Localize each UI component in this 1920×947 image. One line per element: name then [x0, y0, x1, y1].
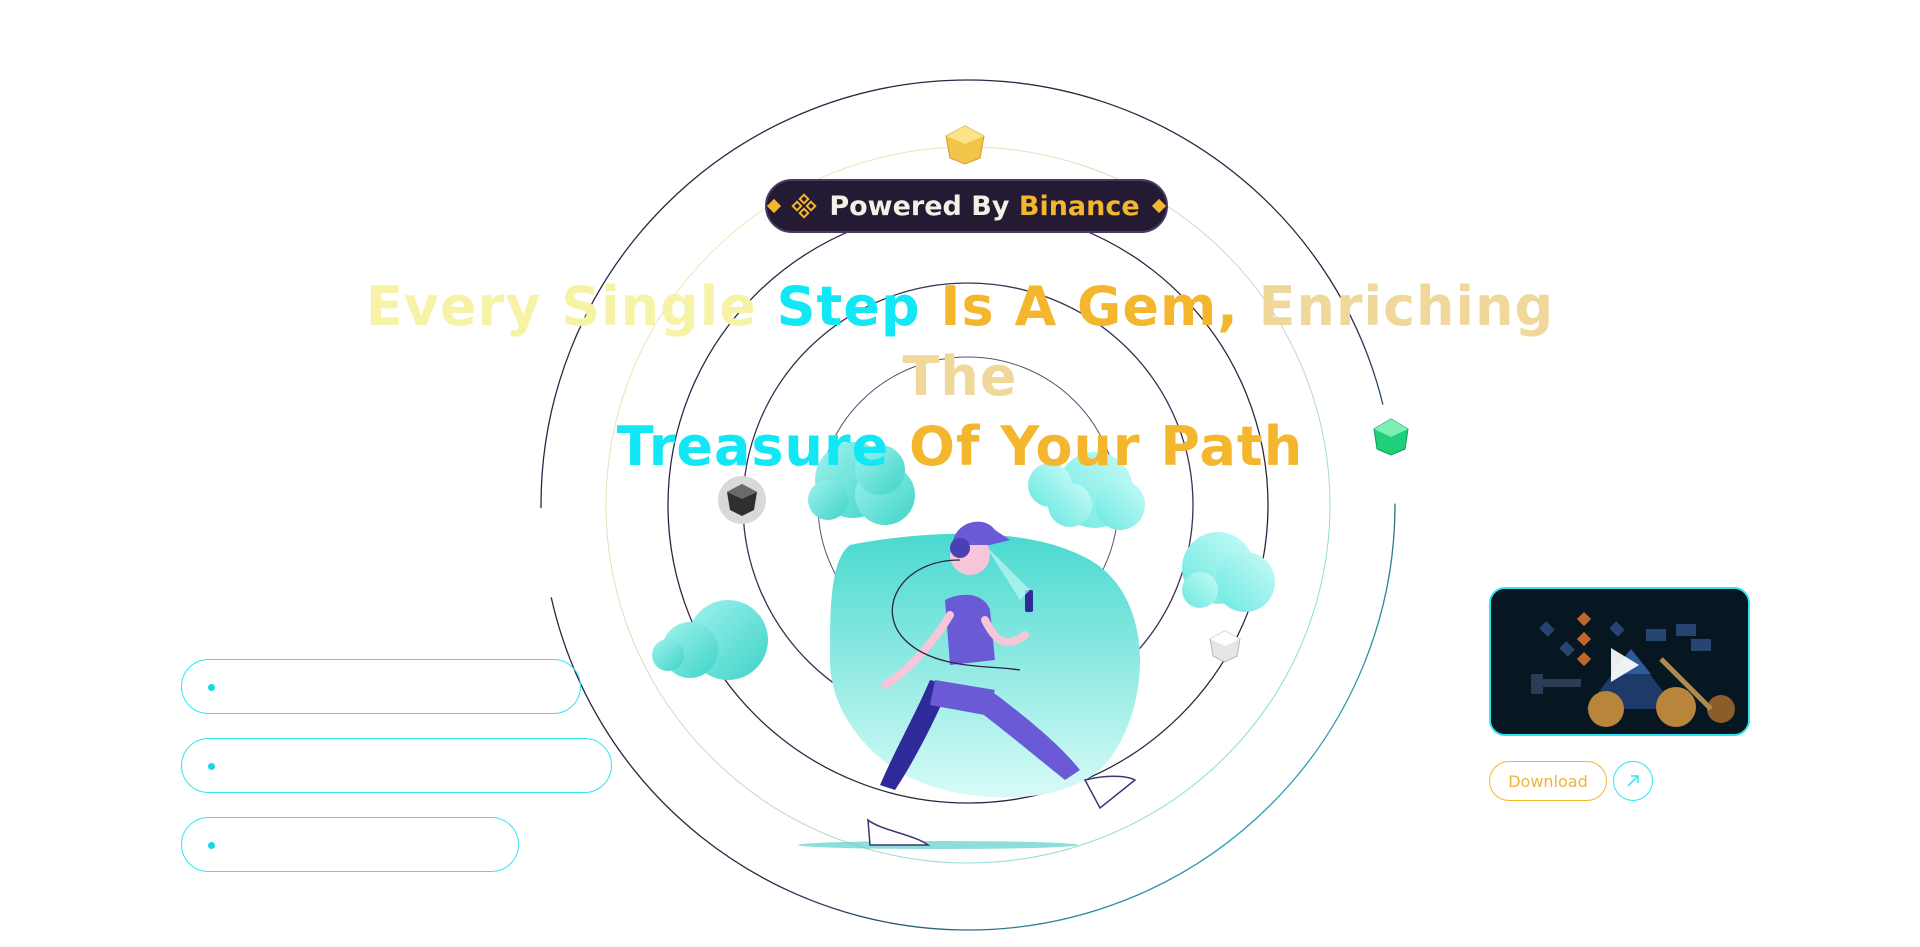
headline-segment: Step — [776, 275, 921, 338]
diamond-icon — [767, 198, 782, 214]
play-icon[interactable] — [1603, 645, 1643, 685]
cloud-left — [652, 600, 768, 680]
badge-text: Powered By Binance — [829, 191, 1139, 222]
diamond-icon — [1151, 198, 1166, 214]
headline-segment: Of Your Path — [889, 415, 1304, 478]
ground-shadow — [798, 841, 1078, 849]
binance-logo-icon — [791, 193, 817, 219]
teal-blob — [830, 533, 1140, 798]
gold-gem-icon — [945, 125, 985, 165]
badge-text-binance: Binance — [1018, 190, 1140, 222]
badge-text-powered: Powered By — [829, 190, 1010, 222]
feature-pill-3[interactable] — [181, 817, 519, 872]
cloud-right — [1182, 532, 1275, 612]
headline-segment: Every Single — [365, 275, 777, 338]
pill-bullet — [208, 763, 215, 770]
feature-pill-2[interactable] — [181, 738, 612, 793]
pill-bullet — [208, 842, 215, 849]
powered-by-badge: Powered By Binance — [765, 179, 1168, 233]
black-gem-icon — [718, 476, 766, 524]
video-thumbnail[interactable] — [1489, 587, 1750, 736]
silver-gem-icon — [1209, 630, 1241, 663]
feature-pill-1[interactable] — [181, 659, 581, 714]
external-link-button[interactable] — [1613, 761, 1653, 801]
download-button[interactable]: Download — [1489, 761, 1607, 801]
arrow-up-right-icon — [1627, 775, 1639, 787]
pill-bullet — [208, 684, 215, 691]
headline-segment: Is A Gem, — [920, 275, 1259, 338]
headline-segment: Treasure — [616, 415, 890, 478]
hero-headline: Every Single Step Is A Gem, Enriching Th… — [300, 272, 1620, 482]
